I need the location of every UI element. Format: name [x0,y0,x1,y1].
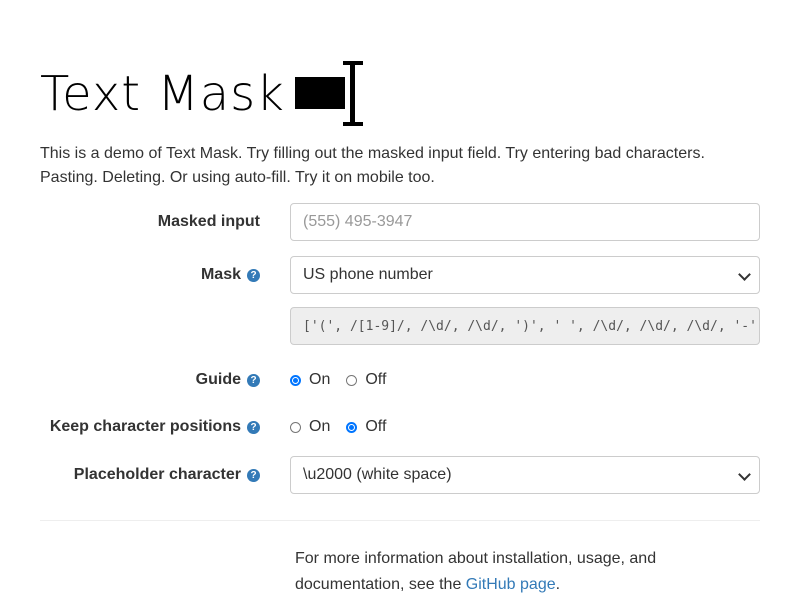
masked-input-field[interactable]: (555) 495-3947 [290,203,760,241]
guide-off-option[interactable]: Off [346,371,386,389]
keep-positions-off-option[interactable]: Off [346,418,386,436]
logo-cursor-stem [349,63,355,125]
question-circle-icon[interactable]: ? [247,420,260,434]
mask-select-value: US phone number [303,266,433,283]
question-circle-icon[interactable]: ? [247,468,260,482]
keep-positions-label-text: Keep character positions [49,418,241,435]
divider [40,520,760,521]
guide-radio-group: On Off [290,361,402,399]
mask-definition-field[interactable]: ['(', /[1-9]/, /\d/, /\d/, ')', ' ', /\d… [290,307,760,345]
masked-input-label-text: Masked input [157,213,260,230]
keep-positions-off-label: Off [365,418,387,435]
keep-positions-radio-group: On Off [290,408,402,446]
mask-definition-value: ['(', /[1-9]/, /\d/, /\d/, ')', ' ', /\d… [303,318,759,334]
footer-text-after: . [555,576,561,593]
logo-cursor-bottom [342,122,363,126]
guide-on-label: On [309,371,331,388]
footer-text: For more information about installation,… [295,546,715,598]
guide-off-radio[interactable] [346,374,358,386]
guide-on-radio[interactable] [290,374,301,386]
masked-input-label: Masked input [158,203,260,241]
keep-positions-off-radio[interactable] [346,421,358,433]
page: Text Mask This is a demo of Text Mask. T… [0,0,800,600]
placeholder-char-select-value: \u2000 (white space) [303,466,452,483]
mask-label-text: Mask [200,266,241,283]
masked-input-placeholder: (555) 495-3947 [303,213,413,230]
guide-label-text: Guide [195,371,241,388]
header: Text Mask [40,58,367,130]
logo-block [294,77,345,109]
mask-select[interactable]: US phone number [290,256,760,294]
keep-positions-on-option[interactable]: On [290,418,330,436]
guide-off-label: Off [365,371,387,388]
chevron-down-icon [738,468,751,481]
question-circle-icon[interactable]: ? [247,268,260,282]
keep-positions-on-radio[interactable] [290,421,301,433]
page-title: Text Mask [40,66,285,122]
placeholder-char-label: Placeholder character ? [74,456,260,494]
placeholder-char-select[interactable]: \u2000 (white space) [290,456,760,494]
text-cursor-logo-icon [294,59,367,129]
keep-positions-label: Keep character positions ? [50,408,260,446]
chevron-down-icon [738,268,751,281]
question-circle-icon[interactable]: ? [247,373,260,387]
github-page-link[interactable]: GitHub page [466,576,556,593]
placeholder-char-label-text: Placeholder character [73,466,241,483]
intro-text: This is a demo of Text Mask. Try filling… [40,145,705,186]
mask-label: Mask ? [201,256,260,294]
guide-on-option[interactable]: On [290,371,330,389]
keep-positions-on-label: On [309,418,331,435]
guide-label: Guide ? [196,361,260,399]
